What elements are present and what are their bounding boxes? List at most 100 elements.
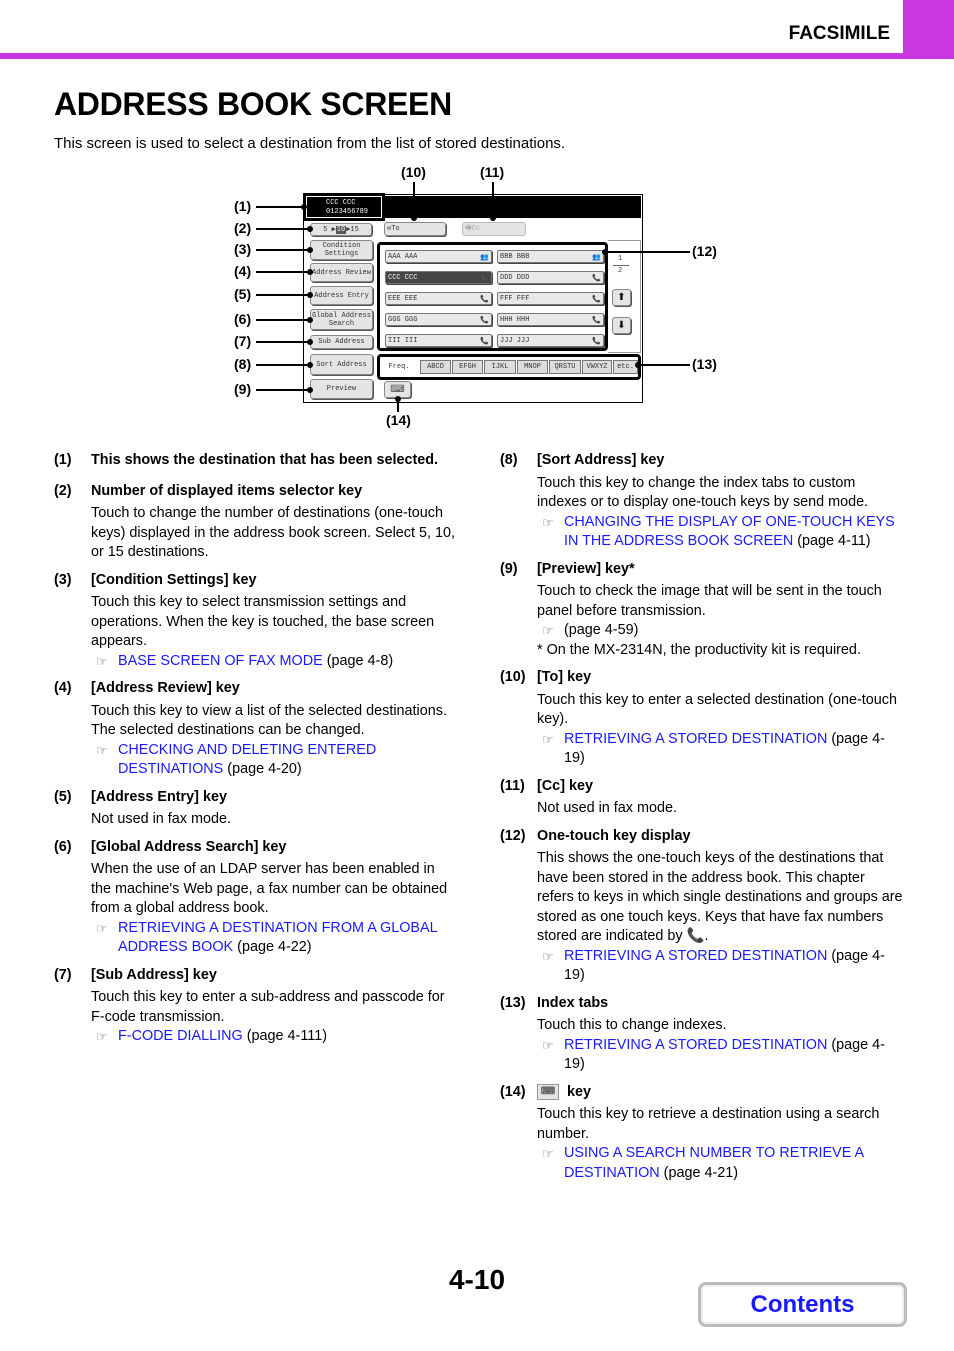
- callout-line: [256, 271, 310, 273]
- sort-address-key[interactable]: Sort Address: [310, 354, 373, 375]
- condition-settings-key[interactable]: Condition Settings: [310, 240, 373, 260]
- item-body: Touch to change the number of destinatio…: [91, 505, 455, 560]
- contents-button[interactable]: Contents: [698, 1282, 907, 1327]
- top-bar: [384, 196, 641, 218]
- callout-label: (11): [480, 164, 505, 180]
- callout-label: (5): [234, 286, 252, 302]
- index-tab[interactable]: IJKL: [484, 360, 516, 374]
- index-tab[interactable]: MNOP: [517, 360, 548, 374]
- callout-label: (9): [234, 381, 252, 397]
- one-touch-key[interactable]: BBB BBB 👥: [497, 250, 604, 263]
- one-touch-key[interactable]: GGG GGG 📞: [385, 313, 492, 326]
- reference: ☞ RETRIEVING A STORED DESTINATION (page 4…: [537, 1036, 905, 1075]
- count-selector-key[interactable]: 5 ▶ 10 ▶ 15: [310, 223, 372, 236]
- item-body: Touch to check the image that will be se…: [537, 583, 882, 619]
- index-tab[interactable]: ABCD: [420, 360, 451, 374]
- item-title: Number of displayed items selector key: [91, 482, 363, 499]
- callout-line: [256, 341, 310, 343]
- pointing-hand-icon: ☞: [96, 1029, 108, 1044]
- one-touch-key[interactable]: AAA AAA 👥: [385, 250, 492, 263]
- address-entry-key[interactable]: Address Entry: [310, 286, 373, 305]
- header-bar: [0, 53, 954, 59]
- item-body: Touch this key to select transmission se…: [91, 594, 435, 649]
- callout-label: (2): [234, 220, 252, 236]
- index-tab[interactable]: QRSTU: [549, 360, 581, 374]
- pointing-hand-icon: ☞: [542, 623, 554, 638]
- callout-dot: [307, 339, 313, 345]
- index-tab[interactable]: etc.: [613, 360, 638, 374]
- intro-text: This screen is used to select a destinat…: [54, 135, 566, 152]
- description-item: (1) This shows the destination that has b…: [54, 451, 456, 474]
- fax-phone-icon: 📞: [592, 274, 601, 282]
- reference-link[interactable]: RETRIEVING A STORED DESTINATION: [564, 948, 827, 964]
- reference-link[interactable]: RETRIEVING A STORED DESTINATION: [564, 731, 827, 747]
- item-number: (6): [54, 838, 72, 855]
- global-address-search-key[interactable]: Global Address Search: [310, 309, 373, 330]
- index-tab[interactable]: Freq.: [380, 360, 418, 374]
- pointing-hand-icon: ☞: [96, 920, 108, 936]
- address-review-key[interactable]: Address Review: [310, 263, 373, 282]
- callout-line: [256, 319, 310, 321]
- one-touch-key[interactable]: HHH HHH 📞: [497, 313, 604, 326]
- one-touch-key[interactable]: CCC CCC 📞: [385, 271, 492, 284]
- callout-dot: [307, 226, 313, 232]
- scroll-down-button[interactable]: ⬇: [612, 317, 631, 334]
- page-total: 2: [618, 267, 623, 275]
- reference-page: (page 4-111): [242, 1028, 328, 1044]
- cc-key[interactable]: 🖷 Cc: [462, 222, 526, 236]
- section-title: FACSIMILE: [788, 23, 890, 44]
- callout-line: [256, 228, 310, 230]
- item-body: This shows the one-touch keys of the des…: [537, 850, 903, 944]
- one-touch-key[interactable]: FFF FFF 📞: [497, 292, 604, 305]
- fax-phone-icon: 📞: [592, 337, 601, 345]
- callout-dot: [307, 292, 313, 298]
- scroll-up-button[interactable]: ⬆: [612, 289, 631, 306]
- callout-label: (4): [234, 263, 252, 279]
- item-title: [Condition Settings] key: [91, 571, 257, 588]
- reference-link[interactable]: F-CODE DIALLING: [118, 1028, 243, 1044]
- callout-label: (7): [234, 333, 252, 349]
- item-number: (8): [500, 452, 518, 468]
- preview-key[interactable]: Preview: [310, 379, 373, 399]
- reference-link[interactable]: BASE SCREEN OF FAX MODE: [118, 653, 323, 669]
- callout-line: [256, 364, 310, 366]
- one-touch-key[interactable]: EEE EEE 📞: [385, 292, 492, 305]
- reference-page: (page 4-59): [564, 622, 639, 638]
- item-title: [Address Review] key: [91, 680, 240, 696]
- item-title: [Preview] key*: [537, 560, 635, 577]
- item-number: (5): [54, 788, 72, 805]
- callout-label: (13): [692, 356, 717, 372]
- reference: ☞ F-CODE DIALLING (page 4-111): [91, 1027, 456, 1047]
- item-number: (3): [54, 571, 72, 588]
- callout-label: (6): [234, 311, 252, 327]
- pointing-hand-icon: ☞: [96, 653, 108, 669]
- callout-dot: [301, 204, 307, 210]
- to-key[interactable]: ✉ To: [384, 222, 446, 236]
- description-item: (3) [Condition Settings] key Touch this ke…: [54, 571, 456, 672]
- pointing-hand-icon: ☞: [96, 742, 108, 758]
- index-tab[interactable]: EFGH: [452, 360, 483, 374]
- reference-page: (page 4-22): [233, 939, 312, 955]
- reference: ☞ (page 4-59): [537, 621, 905, 641]
- reference-link[interactable]: RETRIEVING A STORED DESTINATION: [564, 1037, 827, 1053]
- item-number: (7): [54, 966, 72, 983]
- callout-label: (12): [692, 243, 717, 259]
- one-touch-key[interactable]: JJJ JJJ 📞: [497, 334, 604, 347]
- item-body: Touch this key to retrieve a destination…: [537, 1106, 880, 1142]
- reference: ☞ CHANGING THE DISPLAY OF ONE-TOUCH KEYS …: [537, 513, 905, 552]
- group-icon: 👥: [592, 253, 601, 261]
- fax-phone-icon: 📞: [480, 337, 489, 345]
- sub-address-key[interactable]: Sub Address: [310, 335, 373, 349]
- callout-dot: [490, 215, 496, 221]
- fax-phone-icon: 📞: [592, 295, 601, 303]
- item-number: (2): [54, 482, 72, 499]
- one-touch-key[interactable]: DDD DDD 📞: [497, 271, 604, 284]
- callout-dot: [635, 362, 641, 368]
- reference: ☞ USING A SEARCH NUMBER TO RETRIEVE A DES…: [537, 1144, 905, 1183]
- one-touch-key[interactable]: III III 📞: [385, 334, 492, 347]
- item-title: [Sort Address] key: [537, 452, 665, 468]
- index-tab[interactable]: VWXYZ: [582, 360, 612, 374]
- item-title: [Sub Address] key: [91, 966, 217, 983]
- callout-line: [256, 294, 310, 296]
- fax-phone-icon: 📞: [686, 928, 705, 944]
